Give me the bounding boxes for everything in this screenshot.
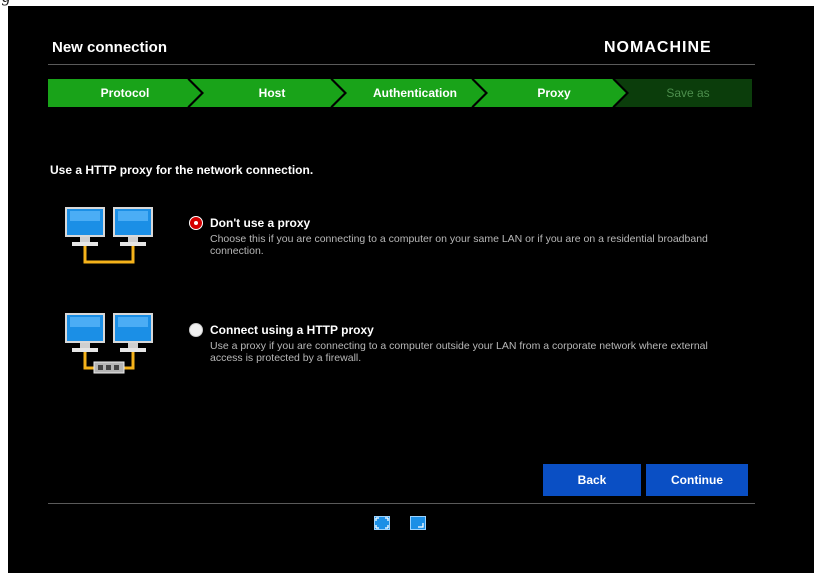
- option-no-proxy-title[interactable]: Don't use a proxy: [210, 216, 310, 230]
- continue-button[interactable]: Continue: [646, 464, 748, 496]
- option-no-proxy-description: Choose this if you are connecting to a c…: [210, 233, 708, 257]
- step-proxy: Proxy: [537, 86, 571, 100]
- option-http-proxy-description: Use a proxy if you are connecting to a c…: [210, 340, 708, 364]
- back-button[interactable]: Back: [543, 464, 641, 496]
- two-monitors-direct-link-icon: [65, 207, 153, 264]
- option-http-proxy-title[interactable]: Connect using a HTTP proxy: [210, 323, 374, 337]
- two-monitors-proxy-link-icon: [65, 313, 153, 374]
- http-proxy-radio[interactable]: [189, 323, 203, 337]
- wizard-steps: Protocol Host Authentication Proxy Save …: [48, 79, 752, 107]
- fullscreen-icon[interactable]: [374, 516, 390, 530]
- nomachine-logo: NOMACHINE: [604, 39, 712, 56]
- step-authentication: Authentication: [373, 86, 457, 100]
- step-protocol: Protocol: [100, 86, 150, 100]
- window-resize-icon[interactable]: [410, 516, 426, 530]
- step-host: Host: [258, 86, 286, 100]
- footer-divider: [48, 503, 755, 504]
- dialog-title: New connection: [52, 39, 168, 56]
- no-proxy-radio[interactable]: [189, 216, 203, 230]
- new-connection-dialog: New connection NOMACHINE Protocol Host A…: [8, 6, 814, 573]
- header-divider: [48, 64, 755, 65]
- intro-text: Use a HTTP proxy for the network connect…: [50, 163, 314, 177]
- step-save-as: Save as: [666, 86, 710, 100]
